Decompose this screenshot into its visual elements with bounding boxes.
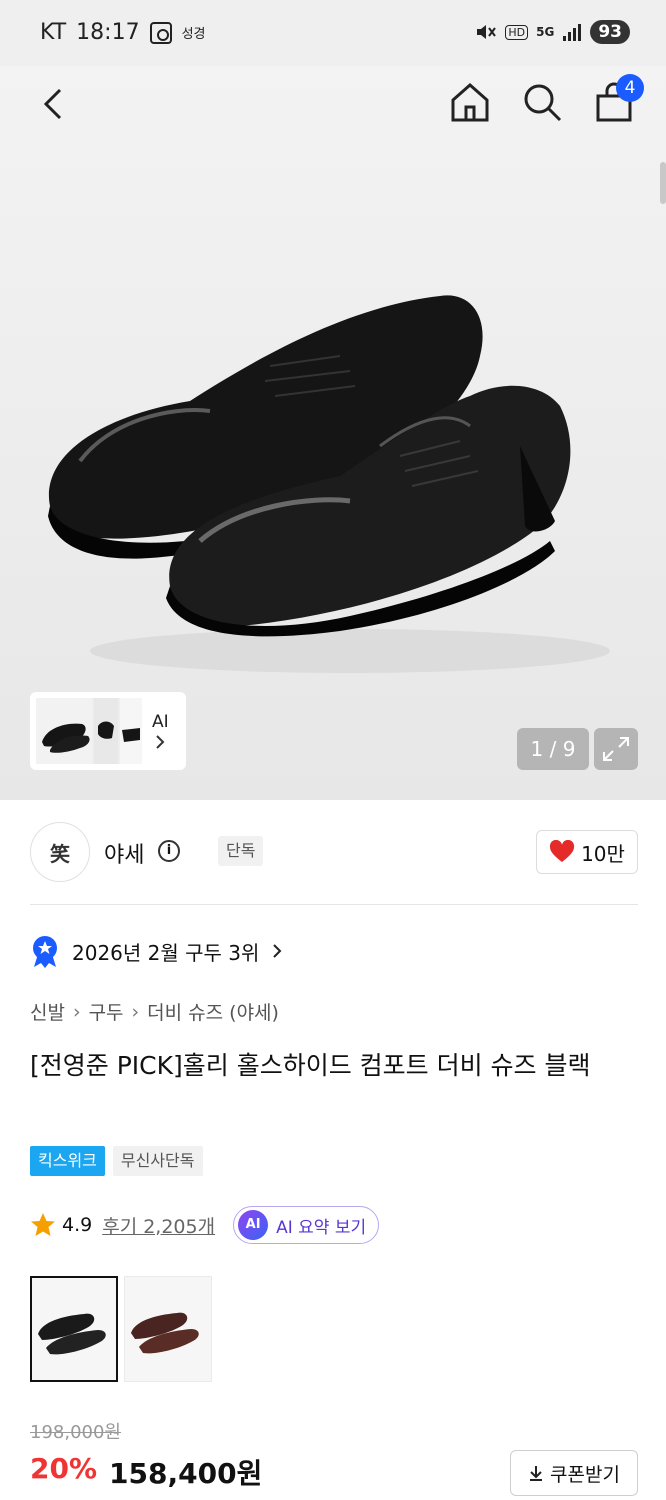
review-count-link[interactable]: 후기 2,205개 [102, 1212, 215, 1239]
status-extra: 성경 [181, 27, 206, 42]
tag-kicks-week: 킥스위크 [30, 1146, 105, 1176]
status-bar: KT 18:17 성경 HD 5G 93 [0, 0, 666, 66]
ai-thumbnail-strip[interactable]: AI [30, 692, 186, 770]
discount-rate: 20% [30, 1452, 98, 1485]
carrier-label: KT [40, 20, 67, 45]
option-image [38, 1313, 106, 1355]
battery-indicator: 93 [590, 20, 630, 44]
chevron-right-icon [156, 735, 165, 749]
ranking-text: 2026년 2월 구두 3위 [72, 940, 260, 965]
option-image [131, 1312, 199, 1354]
heart-icon [550, 840, 575, 862]
breadcrumb-item[interactable]: 구두 [89, 998, 124, 1025]
coupon-button[interactable]: 쿠폰받기 [510, 1450, 638, 1496]
rating-value: 4.9 [62, 1214, 93, 1236]
search-button[interactable] [520, 80, 564, 124]
chevron-right-icon [273, 944, 282, 958]
like-count: 10만 [581, 841, 625, 866]
ai-summary-label: AI 요약 보기 [276, 1217, 367, 1238]
divider [30, 904, 638, 905]
network-icon: 5G [536, 25, 555, 39]
product-tags: 킥스위크 무신사단독 [30, 1146, 203, 1176]
color-option-brown[interactable] [124, 1276, 212, 1382]
scrollbar[interactable] [660, 162, 666, 204]
like-button[interactable]: 10만 [536, 830, 638, 874]
product-gallery[interactable]: 4 AI 1 / 9 [0, 66, 666, 800]
signal-icon [563, 24, 582, 41]
ai-label: AI [152, 712, 169, 732]
ai-summary-button[interactable]: AI AI 요약 보기 [233, 1206, 380, 1244]
home-icon [451, 82, 489, 122]
cart-count-badge: 4 [616, 74, 644, 102]
status-right: HD 5G 93 [475, 20, 630, 44]
coupon-label: 쿠폰받기 [550, 1463, 620, 1486]
expand-icon [603, 737, 629, 761]
original-price: 198,000원 [30, 1422, 121, 1443]
ranking-medal-icon [33, 936, 57, 968]
breadcrumb-item[interactable]: 신발 [30, 998, 65, 1025]
color-option-black[interactable] [30, 1276, 118, 1382]
back-button[interactable] [36, 84, 76, 124]
sale-price: 158,400원 [109, 1457, 263, 1490]
brand-name[interactable]: 야세 [104, 837, 144, 869]
chevron-left-icon [43, 88, 62, 120]
brand-logo[interactable]: 笑 [30, 822, 90, 882]
ranking-link[interactable]: 2026년 2월 구두 3위 [30, 934, 283, 968]
status-left: KT 18:17 성경 [40, 20, 206, 45]
price-row: 20% 158,400원 [30, 1452, 262, 1492]
breadcrumb-separator-icon: › [72, 1000, 81, 1023]
product-title: [전영준 PICK]홀리 홀스하이드 컴포트 더비 슈즈 블랙 [30, 1051, 591, 1080]
top-nav-icons: 4 [448, 74, 644, 124]
exclusive-badge: 단독 [218, 836, 264, 866]
mute-icon [477, 25, 497, 39]
breadcrumb-item[interactable]: 더비 슈즈 (야세) [147, 998, 279, 1025]
hd-icon: HD [505, 24, 529, 40]
download-icon [530, 1466, 543, 1481]
star-icon [31, 1213, 55, 1236]
ai-view-label: AI [152, 712, 169, 750]
brand-row: 笑 야세 i 단독 10만 [30, 822, 638, 882]
cart-button[interactable]: 4 [592, 74, 644, 124]
thumbnail-preview [36, 698, 142, 764]
product-image [48, 295, 610, 673]
brand-logo-text: 笑 [50, 841, 70, 866]
home-button[interactable] [448, 80, 492, 124]
color-options [30, 1276, 212, 1382]
breadcrumb-separator-icon: › [131, 1000, 140, 1023]
info-icon[interactable]: i [158, 840, 180, 862]
rating-row: 4.9 후기 2,205개 AI AI 요약 보기 [30, 1206, 380, 1244]
thumbnail-image [36, 698, 142, 764]
expand-button[interactable] [594, 728, 638, 770]
breadcrumb: 신발 › 구두 › 더비 슈즈 (야세) [30, 998, 279, 1025]
screen-capture-icon [149, 21, 172, 44]
image-counter: 1 / 9 [517, 728, 589, 770]
clock: 18:17 [76, 20, 140, 45]
ai-icon: AI [238, 1210, 269, 1240]
tag-exclusive: 무신사단독 [112, 1146, 203, 1176]
search-icon [524, 84, 562, 122]
